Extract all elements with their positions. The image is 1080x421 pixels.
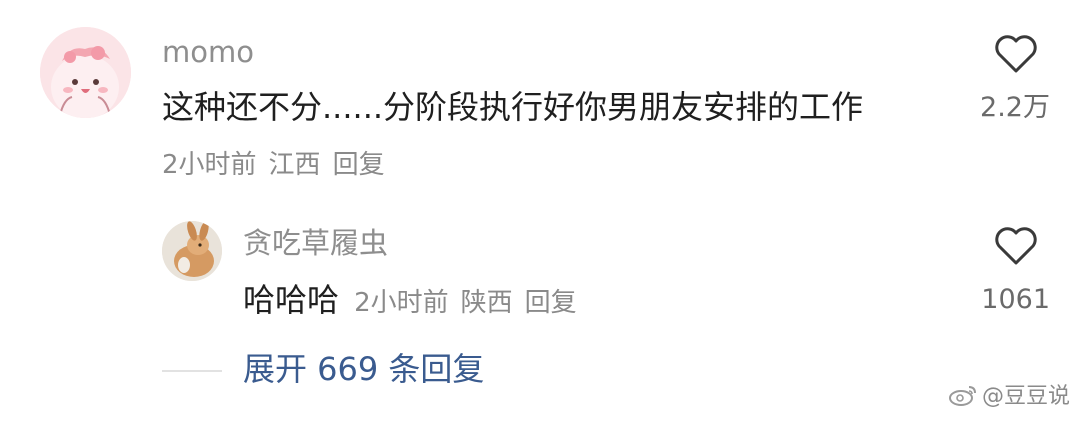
reply-avatar[interactable]: [162, 221, 222, 281]
comment-reply-button[interactable]: 回复: [333, 150, 385, 180]
reply-reply-button[interactable]: 回复: [525, 288, 577, 318]
comment-meta: 2小时前 江西 回复: [162, 152, 385, 178]
comment-avatar[interactable]: [40, 27, 131, 118]
expand-divider: [162, 370, 222, 372]
heart-outline-icon: [995, 227, 1037, 265]
reply-meta: 2小时前 陕西 回复: [354, 288, 577, 318]
comment-time: 2小时前: [162, 150, 257, 180]
comment-like-count: 2.2万: [980, 92, 1050, 123]
reply-like-button[interactable]: [994, 226, 1038, 266]
watermark: @豆豆说: [948, 383, 1070, 408]
comment-like-button[interactable]: [994, 34, 1038, 74]
comment-username[interactable]: momo: [162, 38, 254, 67]
reply-username[interactable]: 贪吃草履虫: [243, 229, 388, 258]
rabbit-photo-avatar-icon: [162, 221, 222, 281]
weibo-logo-icon: [948, 386, 976, 406]
comment-text: 这种还不分......分阶段执行好你男朋友安排的工作: [162, 88, 864, 126]
reply-time: 2小时前: [354, 288, 449, 318]
expand-replies-button[interactable]: 展开 669 条回复: [243, 353, 484, 385]
watermark-text: @豆豆说: [981, 384, 1070, 409]
reply-line: 哈哈哈 2小时前 陕西 回复: [243, 284, 577, 316]
reply-text: 哈哈哈: [243, 281, 340, 319]
comment-location: 江西: [268, 150, 321, 180]
pink-cartoon-avatar-icon: [40, 27, 131, 118]
heart-outline-icon: [995, 35, 1037, 73]
reply-like-count: 1061: [981, 284, 1050, 315]
reply-location: 陕西: [460, 288, 513, 318]
